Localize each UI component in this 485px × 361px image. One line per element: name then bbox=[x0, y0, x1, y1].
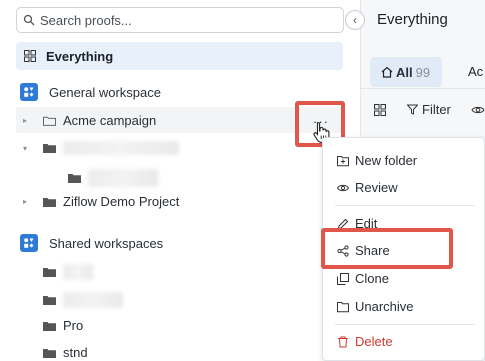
folder-redacted-1[interactable]: ▾ bbox=[23, 141, 179, 155]
folder-label: Pro bbox=[63, 318, 84, 333]
menu-item-label: Review bbox=[355, 180, 398, 195]
tab-all-label: All bbox=[396, 64, 413, 80]
tab-all[interactable]: All 99 bbox=[370, 57, 442, 87]
chevron-right-icon[interactable]: ▸ bbox=[23, 116, 31, 125]
menu-item-new-folder[interactable]: New folder bbox=[337, 153, 417, 168]
workspace-shared[interactable]: Shared workspaces bbox=[20, 234, 163, 252]
folder-outline-icon bbox=[337, 301, 349, 312]
folder-redacted-4[interactable] bbox=[43, 292, 123, 308]
chevron-left-icon: ‹ bbox=[353, 13, 357, 27]
toolbar: Filter bbox=[361, 96, 485, 124]
search-icon bbox=[23, 14, 35, 26]
sidebar: Everything General workspace ▸ Acme camp… bbox=[0, 0, 361, 361]
redacted-name bbox=[63, 292, 123, 308]
workspace-icon bbox=[20, 83, 38, 101]
chevron-down-icon[interactable]: ▾ bbox=[23, 144, 31, 153]
workspace-general[interactable]: General workspace bbox=[20, 83, 161, 101]
trash-icon bbox=[338, 336, 348, 347]
workspace-shared-label: Shared workspaces bbox=[49, 235, 164, 251]
folder-icon bbox=[43, 268, 56, 277]
grid-icon bbox=[24, 50, 36, 62]
menu-item-clone[interactable]: Clone bbox=[337, 271, 389, 286]
redacted-name bbox=[63, 141, 179, 155]
menu-item-unarchive[interactable]: Unarchive bbox=[337, 299, 414, 314]
workspace-general-label: General workspace bbox=[49, 84, 161, 100]
menu-item-label: Clone bbox=[355, 271, 389, 286]
folder-pro[interactable]: Pro bbox=[43, 318, 83, 333]
filter-icon bbox=[407, 104, 418, 115]
menu-item-review[interactable]: Review bbox=[337, 180, 398, 195]
filter-label: Filter bbox=[422, 102, 451, 117]
search-input[interactable] bbox=[40, 12, 320, 28]
highlight-frame-share bbox=[321, 228, 453, 269]
menu-item-label: New folder bbox=[355, 153, 418, 168]
redacted-name bbox=[63, 264, 93, 280]
menu-divider bbox=[335, 324, 475, 325]
folder-redacted-3[interactable] bbox=[43, 264, 93, 280]
folder-stnd[interactable]: stnd bbox=[43, 345, 88, 360]
sidebar-item-everything[interactable]: Everything bbox=[16, 42, 343, 70]
menu-item-delete[interactable]: Delete bbox=[337, 334, 393, 349]
folder-label: Ziflow Demo Project bbox=[63, 194, 180, 209]
folder-label: stnd bbox=[63, 345, 88, 360]
menu-item-label: Delete bbox=[355, 334, 393, 349]
eye-icon bbox=[337, 184, 349, 191]
menu-divider bbox=[335, 205, 475, 206]
tab-next[interactable]: Ac bbox=[468, 64, 483, 79]
folder-outline-icon bbox=[43, 116, 56, 126]
folder-plus-icon bbox=[337, 155, 349, 166]
redacted-name bbox=[88, 169, 158, 187]
folder-icon bbox=[43, 197, 56, 207]
filter-button[interactable]: Filter bbox=[407, 102, 451, 117]
folder-icon bbox=[43, 144, 56, 153]
menu-item-label: Unarchive bbox=[355, 299, 414, 314]
folder-ziflow-demo[interactable]: ▸ Ziflow Demo Project bbox=[23, 194, 179, 209]
grid-view-icon[interactable] bbox=[374, 104, 386, 116]
folder-icon bbox=[43, 296, 56, 305]
folder-icon bbox=[43, 348, 56, 358]
folder-redacted-2[interactable] bbox=[68, 169, 158, 187]
chevron-right-icon[interactable]: ▸ bbox=[23, 197, 31, 206]
eye-icon[interactable] bbox=[471, 105, 485, 115]
page-title: Everything bbox=[377, 11, 448, 28]
folder-label: Acme campaign bbox=[63, 113, 157, 128]
folder-icon bbox=[43, 321, 56, 331]
home-icon bbox=[381, 66, 393, 78]
tabs-bar: All 99 Ac bbox=[361, 55, 485, 89]
everything-label: Everything bbox=[46, 48, 114, 64]
tab-all-count: 99 bbox=[415, 64, 431, 80]
folder-acme-campaign[interactable]: ▸ Acme campaign bbox=[23, 113, 156, 128]
workspace-icon bbox=[20, 234, 38, 252]
collapse-sidebar-button[interactable]: ‹ bbox=[345, 10, 365, 30]
search-box[interactable] bbox=[16, 7, 344, 33]
copy-icon bbox=[337, 272, 349, 285]
folder-icon bbox=[68, 174, 81, 183]
